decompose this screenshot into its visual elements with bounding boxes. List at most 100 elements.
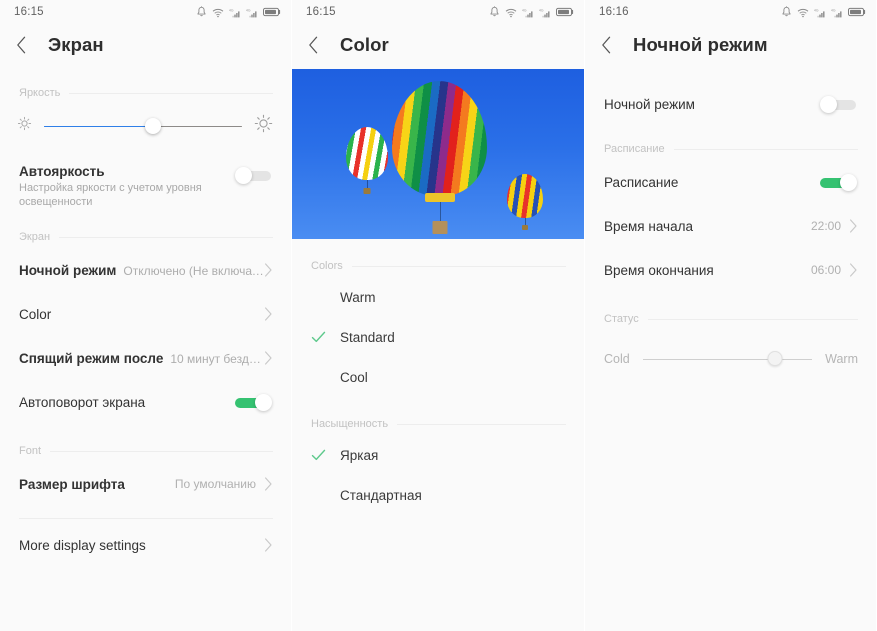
panel-night-mode-settings: 16:16 4G 4G Ночной режим Ночной режим Ра…	[585, 0, 876, 631]
row-description: Настройка яркости с учетом уровня освеще…	[19, 182, 202, 208]
status-bar: 16:16 4G 4G	[585, 0, 876, 24]
section-header-brightness: Яркость	[0, 82, 291, 104]
bell-icon	[781, 6, 792, 18]
chevron-right-icon	[265, 263, 272, 277]
row-title: Ночной режим	[19, 262, 117, 278]
preview-image-wrap	[292, 66, 584, 239]
wifi-icon	[212, 7, 224, 18]
hot-air-balloons-photo	[292, 69, 584, 239]
status-icons: 4G 4G	[781, 6, 866, 18]
option-standard[interactable]: Standard	[292, 317, 584, 357]
section-header-screen: Экран	[0, 226, 291, 248]
row-text-block: Ночной режим Отключено (Не включать авт…	[19, 263, 264, 278]
chevron-right-icon	[265, 477, 272, 491]
row-font-size[interactable]: Размер шрифта По умолчанию	[0, 462, 291, 506]
slider-knob[interactable]	[767, 351, 783, 366]
row-schedule-toggle[interactable]: Расписание	[585, 160, 876, 204]
chevron-right-icon	[265, 538, 272, 552]
battery-icon	[556, 7, 574, 17]
section-header-status: Статус	[585, 308, 876, 330]
row-value: 06:00	[810, 263, 841, 277]
section-label: Яркость	[19, 87, 61, 99]
check-placeholder	[311, 290, 326, 305]
svg-text:4G: 4G	[522, 8, 527, 12]
status-icons: 4G 4G	[196, 6, 281, 18]
wifi-icon	[797, 7, 809, 18]
option-standard-saturation[interactable]: Стандартная	[292, 475, 584, 515]
svg-text:4G: 4G	[229, 8, 234, 12]
slider-track	[642, 358, 813, 360]
row-text-block: Спящий режим после 10 минут бездействия	[19, 351, 264, 366]
check-placeholder	[311, 370, 326, 385]
back-button[interactable]	[308, 34, 324, 56]
chevron-right-icon	[850, 263, 857, 277]
status-bar: 16:15 4G 4G	[0, 0, 291, 24]
signal-sim1-icon: 4G	[814, 7, 826, 18]
toggle-auto-brightness[interactable]	[235, 167, 273, 184]
wifi-icon	[505, 7, 517, 18]
option-label: Стандартная	[340, 487, 422, 503]
brightness-slider-row	[0, 104, 291, 148]
option-cool[interactable]: Cool	[292, 357, 584, 397]
row-title: Время начала	[604, 218, 693, 234]
row-text-block: Расписание	[604, 175, 820, 190]
temperature-slider-row: Cold Warm	[585, 338, 876, 380]
signal-sim1-icon: 4G	[229, 7, 241, 18]
page-title: Экран	[48, 34, 104, 55]
title-bar: Ночной режим	[585, 24, 876, 66]
panel-color-settings: 16:15 4G 4G Color Colors Warm Standard C…	[291, 0, 585, 631]
toggle-knob	[235, 167, 252, 184]
chevron-left-icon	[602, 36, 611, 54]
row-auto-brightness[interactable]: Автояркость Настройка яркости с учетом у…	[0, 156, 291, 210]
svg-text:4G: 4G	[831, 8, 836, 12]
page-title: Color	[340, 34, 389, 55]
check-icon	[311, 448, 326, 463]
row-text-block: More display settings	[19, 538, 264, 553]
row-end-time[interactable]: Время окончания 06:00	[585, 248, 876, 292]
row-more-display-settings[interactable]: More display settings	[0, 519, 291, 571]
slider-knob[interactable]	[144, 117, 161, 134]
bell-icon	[489, 6, 500, 18]
row-value: Отключено (Не включать авт…	[123, 263, 264, 278]
row-night-mode-master[interactable]: Ночной режим	[585, 82, 876, 126]
section-label: Экран	[19, 231, 51, 243]
section-divider	[59, 236, 273, 238]
status-icons: 4G 4G	[489, 6, 574, 18]
sun-small-icon	[17, 116, 32, 136]
battery-icon	[263, 7, 281, 17]
panel-display-settings: 16:15 4G 4G Экран Яркость Автояркость На…	[0, 0, 291, 631]
chevron-left-icon	[17, 36, 26, 54]
row-text-block: Размер шрифта	[19, 477, 175, 492]
status-bar: 16:15 4G 4G	[292, 0, 584, 24]
brightness-slider[interactable]	[44, 117, 242, 135]
slider-label-cold: Cold	[604, 352, 630, 366]
option-warm[interactable]: Warm	[292, 277, 584, 317]
sun-large-icon	[254, 114, 273, 138]
row-text-block: Color	[19, 307, 264, 322]
balloon-left	[346, 127, 388, 194]
back-button[interactable]	[601, 34, 617, 56]
signal-sim2-icon: 4G	[831, 7, 843, 18]
section-header-colors: Colors	[292, 255, 584, 277]
status-clock: 16:16	[599, 6, 629, 18]
row-night-mode[interactable]: Ночной режим Отключено (Не включать авт…	[0, 248, 291, 292]
row-sleep-timeout[interactable]: Спящий режим после 10 минут бездействия	[0, 336, 291, 380]
row-text-block: Время окончания	[604, 263, 811, 278]
row-color[interactable]: Color	[0, 292, 291, 336]
row-text-block: Автоповорот экрана	[19, 395, 235, 410]
option-label: Яркая	[340, 447, 379, 463]
back-button[interactable]	[16, 34, 32, 56]
toggle-auto-rotate[interactable]	[235, 393, 273, 411]
section-divider	[351, 265, 566, 267]
row-auto-rotate[interactable]: Автоповорот экрана	[0, 380, 291, 424]
toggle-schedule[interactable]	[820, 173, 858, 191]
section-header-schedule: Расписание	[585, 138, 876, 160]
slider-label-warm: Warm	[825, 352, 858, 366]
row-start-time[interactable]: Время начала 22:00	[585, 204, 876, 248]
option-label: Warm	[340, 289, 376, 305]
signal-sim1-icon: 4G	[522, 7, 534, 18]
section-divider	[69, 92, 273, 94]
toggle-night-mode[interactable]	[820, 95, 858, 113]
option-vivid[interactable]: Яркая	[292, 435, 584, 475]
temperature-slider[interactable]	[642, 351, 813, 367]
